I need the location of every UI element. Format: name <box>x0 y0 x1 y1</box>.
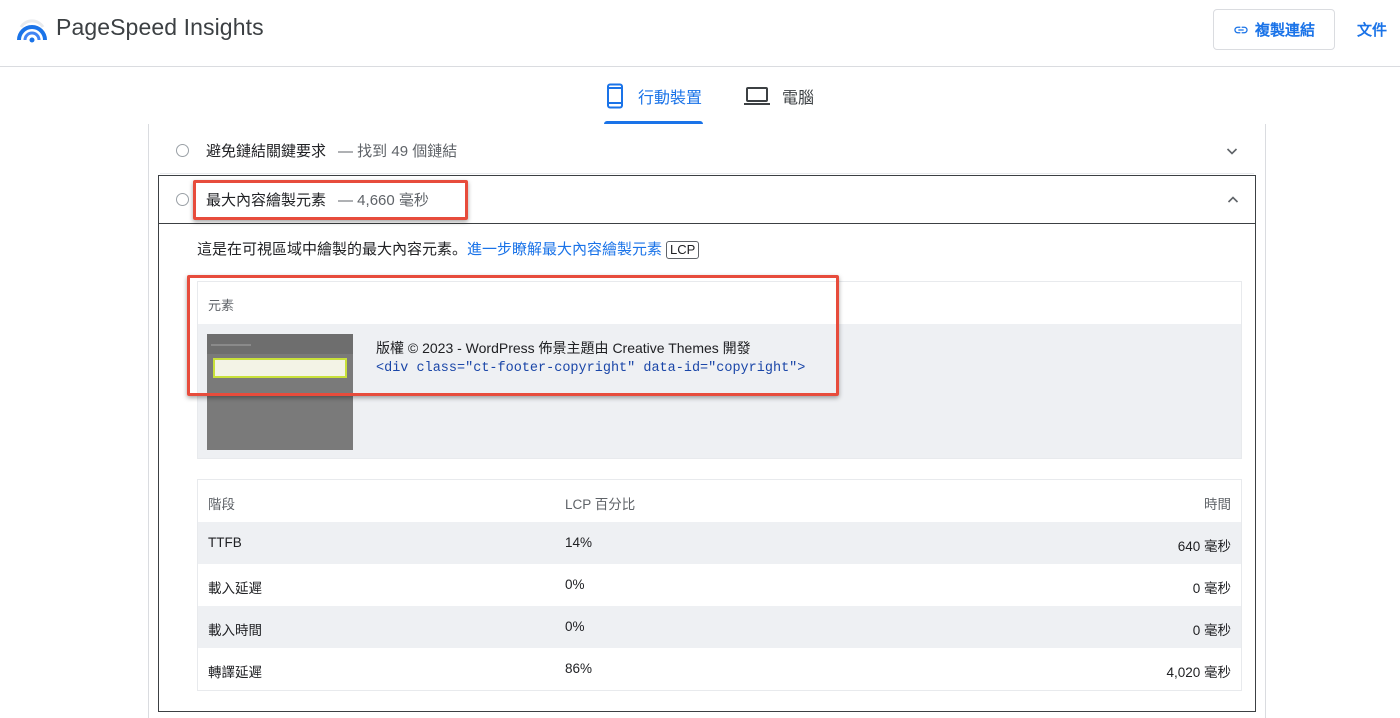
audit-lcp-header[interactable]: 最大內容繪製元素 — 4,660 毫秒 <box>159 176 1255 224</box>
audit-summary: — 找到 49 個鏈結 <box>338 143 458 160</box>
tab-mobile-label: 行動裝置 <box>638 90 703 107</box>
column-header-phase: 階段 <box>208 497 235 512</box>
chevron-up-icon <box>1227 195 1239 203</box>
element-screenshot-thumbnail <box>207 334 353 450</box>
link-icon <box>1234 26 1248 33</box>
time-cell: 0 毫秒 <box>1192 623 1231 638</box>
table-row[interactable]: 版權 © 2023 - WordPress 佈景主題由 Creative The… <box>198 324 1241 458</box>
phase-cell: 轉譯延遲 <box>208 665 262 680</box>
percent-cell: 0% <box>565 577 585 592</box>
element-text: 版權 © 2023 - WordPress 佈景主題由 Creative The… <box>376 340 751 356</box>
tab-desktop-label: 電腦 <box>782 90 815 107</box>
laptop-icon <box>744 87 770 105</box>
time-cell: 0 毫秒 <box>1192 581 1231 596</box>
audit-status-circle-icon <box>176 144 189 157</box>
percent-cell: 0% <box>565 619 585 634</box>
audit-title: 避免鏈結關鍵要求 <box>206 143 327 160</box>
app-header: PageSpeed Insights 複製連結 文件 <box>0 0 1400 67</box>
element-column-header: 元素 <box>198 282 1241 324</box>
percent-cell: 14% <box>565 535 593 550</box>
lcp-tag: LCP <box>666 241 700 259</box>
pagespeed-logo-icon <box>17 19 47 43</box>
tab-desktop[interactable]: 電腦 <box>744 68 814 124</box>
phase-cell: TTFB <box>208 535 242 550</box>
table-row: 載入延遲 0% 0 毫秒 <box>198 564 1241 606</box>
learn-more-link[interactable]: 進一步瞭解最大內容繪製元素 <box>467 241 662 258</box>
audit-summary: — 4,660 毫秒 <box>338 192 429 209</box>
lcp-description-text: 這是在可視區域中繪製的最大內容元素。 <box>197 241 468 258</box>
phase-cell: 載入時間 <box>208 623 262 638</box>
lcp-description: 這是在可視區域中繪製的最大內容元素。進一步瞭解最大內容繪製元素 LCP <box>197 238 700 259</box>
chevron-down-icon <box>1226 147 1238 155</box>
column-header-percent: LCP 百分比 <box>565 497 636 512</box>
audit-critical-chains[interactable]: 避免鏈結關鍵要求 — 找到 49 個鏈結 <box>160 128 1254 174</box>
time-cell: 4,020 毫秒 <box>1166 665 1231 680</box>
lcp-element-table: 元素 版權 © 2023 - WordPress 佈景主題由 Creative … <box>197 281 1242 459</box>
tab-mobile[interactable]: 行動裝置 <box>604 68 703 124</box>
thumbnail-line <box>211 344 251 346</box>
smartphone-icon <box>607 83 623 109</box>
time-cell: 640 毫秒 <box>1177 539 1231 554</box>
table-row: 載入時間 0% 0 毫秒 <box>198 606 1241 648</box>
docs-link[interactable]: 文件 <box>1357 19 1387 40</box>
copy-link-button[interactable]: 複製連結 <box>1213 9 1335 50</box>
table-row: 轉譯延遲 86% 4,020 毫秒 <box>198 648 1241 690</box>
table-row: TTFB 14% 640 毫秒 <box>198 522 1241 564</box>
copy-link-label: 複製連結 <box>1254 22 1315 39</box>
element-code-snippet: <div class="ct-footer-copyright" data-id… <box>376 361 806 376</box>
phase-cell: 載入延遲 <box>208 581 262 596</box>
thumbnail-highlight <box>213 358 347 378</box>
percent-cell: 86% <box>565 661 593 676</box>
audit-status-circle-icon <box>176 193 189 206</box>
lcp-phases-table: 階段 LCP 百分比 時間 TTFB 14% 640 毫秒 載入延遲 0% 0 … <box>197 479 1242 691</box>
device-tabs: 行動裝置 電腦 <box>0 68 1400 124</box>
table-header-row: 階段 LCP 百分比 時間 <box>198 480 1241 522</box>
column-header-time: 時間 <box>1204 497 1231 512</box>
app-title: PageSpeed Insights <box>56 14 264 40</box>
audit-title: 最大內容繪製元素 <box>206 192 327 209</box>
